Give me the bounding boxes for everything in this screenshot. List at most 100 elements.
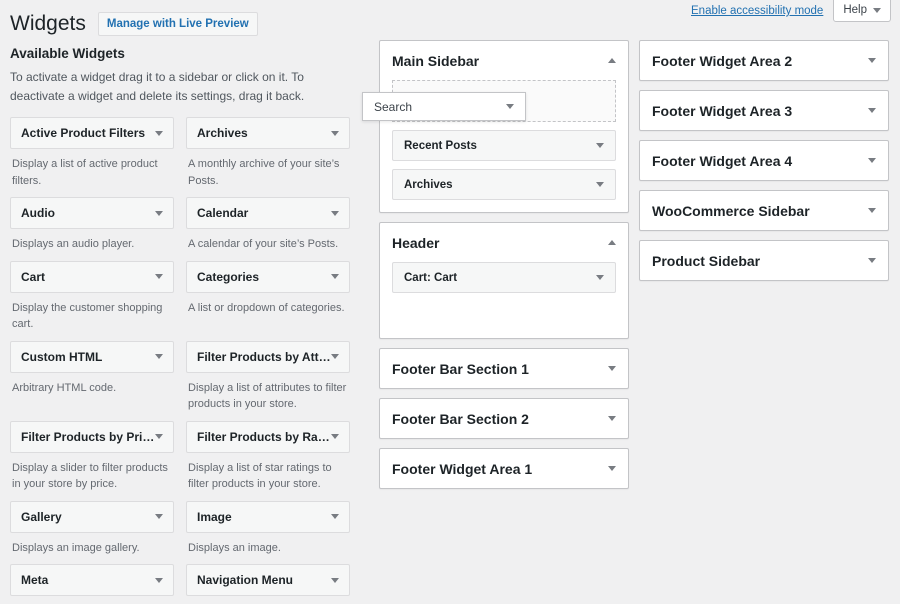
sidebar-panel: Footer Widget Area 3 (639, 90, 889, 131)
available-widget-item[interactable]: Custom HTML (10, 341, 174, 373)
available-widgets-grid: Active Product FiltersDisplay a list of … (10, 117, 358, 604)
available-widget-name: Audio (21, 206, 155, 220)
sidebar-panel-title: Footer Bar Section 1 (392, 361, 608, 377)
available-widget-item[interactable]: Image (186, 501, 350, 533)
available-widget-description: A calendar of your site’s Posts. (186, 229, 350, 253)
sidebar-panel-header[interactable]: Footer Widget Area 3 (640, 91, 888, 130)
available-widget-description: Display the customer shopping cart. (10, 293, 174, 333)
available-widget-name: Categories (197, 270, 331, 284)
available-widget-item[interactable]: Meta (10, 564, 174, 596)
assigned-widget-item[interactable]: Recent Posts (392, 130, 616, 161)
available-widget-name: Filter Products by Price (21, 430, 155, 444)
chevron-down-icon[interactable] (331, 211, 339, 216)
sidebar-panel-header[interactable]: Footer Widget Area 2 (640, 41, 888, 80)
chevron-down-icon[interactable] (596, 182, 604, 187)
available-widgets-section: Available Widgets To activate a widget d… (10, 46, 358, 604)
available-widget-name: Navigation Menu (197, 573, 331, 587)
available-widgets-heading: Available Widgets (10, 46, 358, 61)
sidebar-panel-title: Footer Widget Area 2 (652, 53, 868, 69)
sidebar-panel-header[interactable]: Main Sidebar (380, 41, 628, 80)
manage-with-live-preview-button[interactable]: Manage with Live Preview (98, 12, 258, 36)
available-widget-cell: Filter Products by Attr…Display a list o… (186, 341, 350, 413)
available-widget-description: Displays an image. (186, 533, 350, 557)
sidebar-panel: Main Sidebar Recent Posts Archives (379, 40, 629, 213)
available-widget-item[interactable]: Categories (186, 261, 350, 293)
sidebar-panel: Header Cart: Cart (379, 222, 629, 339)
available-widget-cell: Custom HTML Arbitrary HTML code. (10, 341, 174, 413)
available-widget-item[interactable]: Active Product Filters (10, 117, 174, 149)
help-tab-button[interactable]: Help (833, 0, 891, 22)
sidebar-panel-header[interactable]: Footer Widget Area 4 (640, 141, 888, 180)
available-widget-item[interactable]: Navigation Menu (186, 564, 350, 596)
assigned-widget-item[interactable]: Cart: Cart (392, 262, 616, 293)
enable-accessibility-mode-link[interactable]: Enable accessibility mode (691, 0, 823, 22)
sidebar-panel-header[interactable]: Header (380, 223, 628, 262)
available-widget-item[interactable]: Calendar (186, 197, 350, 229)
chevron-down-icon[interactable] (868, 158, 876, 163)
available-widget-name: Calendar (197, 206, 331, 220)
available-widget-cell: Meta (10, 564, 174, 596)
available-widget-description: Display a list of active product filters… (10, 149, 174, 189)
chevron-down-icon[interactable] (868, 58, 876, 63)
available-widget-item[interactable]: Cart (10, 261, 174, 293)
available-widget-cell: ImageDisplays an image. (186, 501, 350, 557)
available-widget-name: Cart (21, 270, 155, 284)
available-widget-description: Arbitrary HTML code. (10, 373, 174, 397)
sidebars-column-right: Footer Widget Area 2 Footer Widget Area 3… (639, 40, 889, 290)
available-widget-name: Custom HTML (21, 350, 155, 364)
sidebar-panel-body[interactable]: Cart: Cart (380, 262, 628, 338)
sidebar-panel-header[interactable]: Footer Bar Section 1 (380, 349, 628, 388)
chevron-down-icon[interactable] (331, 578, 339, 583)
chevron-down-icon[interactable] (155, 578, 163, 583)
chevron-down-icon[interactable] (155, 131, 163, 136)
sidebar-panel-title: Header (392, 235, 608, 251)
chevron-up-icon[interactable] (608, 240, 616, 245)
chevron-down-icon[interactable] (155, 354, 163, 359)
available-widgets-description: To activate a widget drag it to a sideba… (10, 68, 350, 105)
chevron-down-icon[interactable] (155, 211, 163, 216)
available-widget-item[interactable]: Filter Products by Rati… (186, 421, 350, 453)
chevron-down-icon[interactable] (868, 208, 876, 213)
chevron-down-icon[interactable] (596, 275, 604, 280)
assigned-widget-name: Recent Posts (404, 140, 596, 152)
chevron-down-icon[interactable] (608, 466, 616, 471)
sidebar-panel-header[interactable]: Product Sidebar (640, 241, 888, 280)
sidebar-panel: Footer Widget Area 1 (379, 448, 629, 489)
available-widget-description: Display a list of attributes to filter p… (186, 373, 350, 413)
sidebar-panel: Footer Bar Section 2 (379, 398, 629, 439)
available-widget-description: Display a slider to filter products in y… (10, 453, 174, 493)
chevron-down-icon[interactable] (331, 131, 339, 136)
chevron-down-icon[interactable] (331, 274, 339, 279)
chevron-down-icon[interactable] (331, 354, 339, 359)
sidebar-panel: WooCommerce Sidebar (639, 190, 889, 231)
chevron-down-icon[interactable] (331, 514, 339, 519)
chevron-down-icon[interactable] (155, 514, 163, 519)
sidebar-panel-header[interactable]: WooCommerce Sidebar (640, 191, 888, 230)
available-widget-name: Filter Products by Rati… (197, 430, 331, 444)
chevron-down-icon[interactable] (868, 108, 876, 113)
chevron-up-icon[interactable] (608, 58, 616, 63)
assigned-widget-name: Archives (404, 179, 596, 191)
sidebar-panel: Footer Widget Area 2 (639, 40, 889, 81)
available-widget-item[interactable]: Archives (186, 117, 350, 149)
available-widget-item[interactable]: Gallery (10, 501, 174, 533)
dragged-widget-search[interactable]: Search (362, 92, 526, 121)
dragged-widget-label: Search (374, 100, 506, 114)
chevron-down-icon[interactable] (155, 274, 163, 279)
available-widget-cell: Filter Products by Price Display a slider… (10, 421, 174, 493)
available-widget-item[interactable]: Filter Products by Attr… (186, 341, 350, 373)
assigned-widget-item[interactable]: Archives (392, 169, 616, 200)
available-widget-item[interactable]: Audio (10, 197, 174, 229)
chevron-down-icon[interactable] (331, 434, 339, 439)
sidebar-panel-header[interactable]: Footer Bar Section 2 (380, 399, 628, 438)
sidebar-panel-title: Footer Bar Section 2 (392, 411, 608, 427)
available-widget-item[interactable]: Filter Products by Price (10, 421, 174, 453)
chevron-down-icon[interactable] (608, 416, 616, 421)
chevron-down-icon[interactable] (596, 143, 604, 148)
sidebar-panel-header[interactable]: Footer Widget Area 1 (380, 449, 628, 488)
chevron-down-icon[interactable] (868, 258, 876, 263)
chevron-down-icon (873, 8, 881, 13)
chevron-down-icon[interactable] (155, 434, 163, 439)
chevron-down-icon[interactable] (608, 366, 616, 371)
available-widget-description: Displays an image gallery. (10, 533, 174, 557)
